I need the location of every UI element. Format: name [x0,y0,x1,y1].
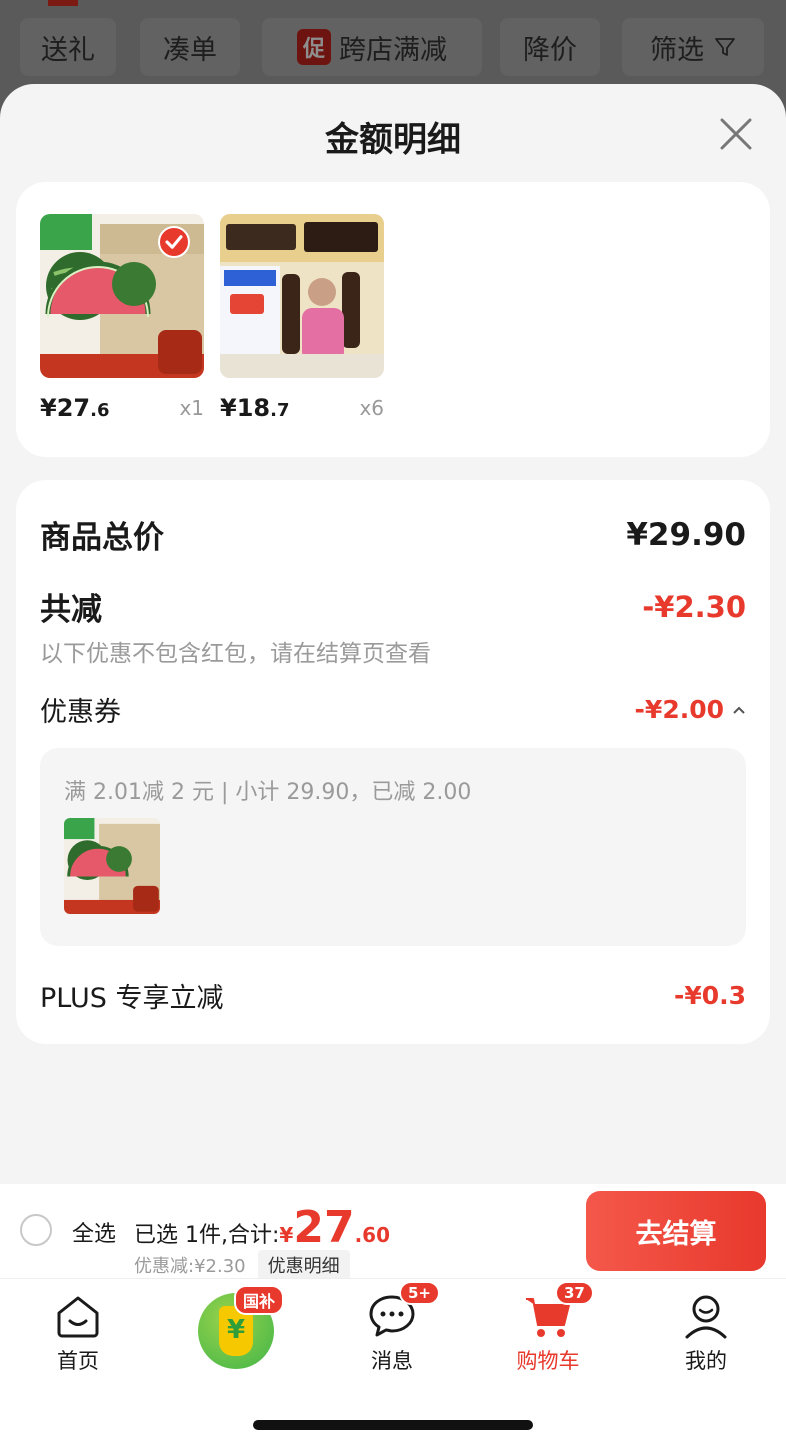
close-icon[interactable] [716,114,756,154]
tab-messages[interactable]: 5+ 消息 [332,1281,452,1375]
products-card: ¥27.6 x1 ¥18.7 x6 [16,182,770,457]
message-badge: 5+ [399,1281,441,1305]
select-all-label[interactable]: 全选 [72,1216,116,1248]
filter-chip-bundle[interactable]: 凑单 [140,18,240,76]
cart-badge: 37 [555,1281,594,1305]
selected-check-icon [158,226,190,258]
message-icon: 5+ [367,1281,441,1341]
select-all-radio[interactable] [20,1214,52,1246]
tab-profile[interactable]: 我的 [646,1291,766,1375]
total-reduce-value: -¥2.30 [642,589,746,624]
checkout-total: ¥ 27 .60 [279,1202,390,1253]
cart-icon: 37 [523,1281,594,1341]
tab-subsidy[interactable]: ¥ 国补 [198,1285,285,1369]
plus-discount-row: PLUS 专享立减 -¥0.3 [40,976,746,1015]
discount-line: 优惠减:¥2.30 优惠明细 [134,1250,350,1280]
coupon-description: 满 2.01减 2 元 | 小计 29.90，已减 2.00 [64,780,472,805]
plus-discount-value: -¥0.3 [673,981,746,1010]
home-indicator[interactable] [253,1420,533,1430]
filter-chip-filter[interactable]: 筛选 [622,18,764,76]
coupon-label: 优惠券 [40,697,121,728]
checkout-bar: 全选 已选 1件,合计: ¥ 27 .60 优惠减:¥2.30 优惠明细 去结算 [0,1184,786,1280]
home-icon [53,1291,103,1341]
plus-discount-label: PLUS 专享立减 [40,983,224,1014]
profile-icon [681,1291,731,1341]
product-item[interactable]: ¥18.7 x6 [220,214,384,422]
product-price: ¥27.6 [40,394,110,422]
tab-home[interactable]: 首页 [18,1291,138,1375]
product-qty: x1 [179,396,204,420]
total-price-row: 商品总价 ¥29.90 [40,512,746,557]
checkout-button[interactable]: 去结算 [586,1191,766,1271]
filter-chip-cross-store[interactable]: 促 跨店满减 [262,18,482,76]
funnel-icon [715,38,735,56]
total-reduce-row: 共减 -¥2.30 [40,584,746,629]
product-image-ice-cream [220,214,384,378]
top-red-mark [48,0,78,6]
filter-chip-price-drop[interactable]: 降价 [500,18,600,76]
chevron-up-icon[interactable] [732,703,746,717]
product-price: ¥18.7 [220,394,290,422]
filter-chip-gift[interactable]: 送礼 [20,18,116,76]
total-price-value: ¥29.90 [626,516,746,553]
product-image-watermelon [40,214,204,378]
product-qty: x6 [359,396,384,420]
selected-summary: 已选 1件,合计: ¥ 27 .60 [134,1202,390,1253]
reduce-hint: 以下优惠不包含红包，请在结算页查看 [40,641,431,667]
amount-detail-sheet: 金额明细 ¥27.6 x1 ¥18.7 x6 商品总价 ¥29.90 共减 -¥… [0,84,786,1184]
total-price-label: 商品总价 [40,520,164,556]
watermelon-thumb-image [64,818,160,914]
discount-text: 优惠减:¥2.30 [134,1256,246,1277]
coupon-value: -¥2.00 [635,695,746,724]
discount-detail-button[interactable]: 优惠明细 [257,1250,350,1280]
ice-cream-image [220,214,384,378]
price-summary-card: 商品总价 ¥29.90 共减 -¥2.30 以下优惠不包含红包，请在结算页查看 … [16,480,770,1044]
tab-cart[interactable]: 37 购物车 [488,1281,608,1375]
coupon-product-thumbnail [64,818,160,914]
sheet-title: 金额明细 [325,120,461,160]
coupon-detail-box: 满 2.01减 2 元 | 小计 29.90，已减 2.00 [40,748,746,946]
total-reduce-label: 共减 [40,592,102,628]
product-item[interactable]: ¥27.6 x1 [40,214,204,422]
subsidy-badge: 国补 [234,1285,285,1315]
coupon-row[interactable]: 优惠券 -¥2.00 [40,690,746,729]
promo-tag: 促 [296,29,331,65]
